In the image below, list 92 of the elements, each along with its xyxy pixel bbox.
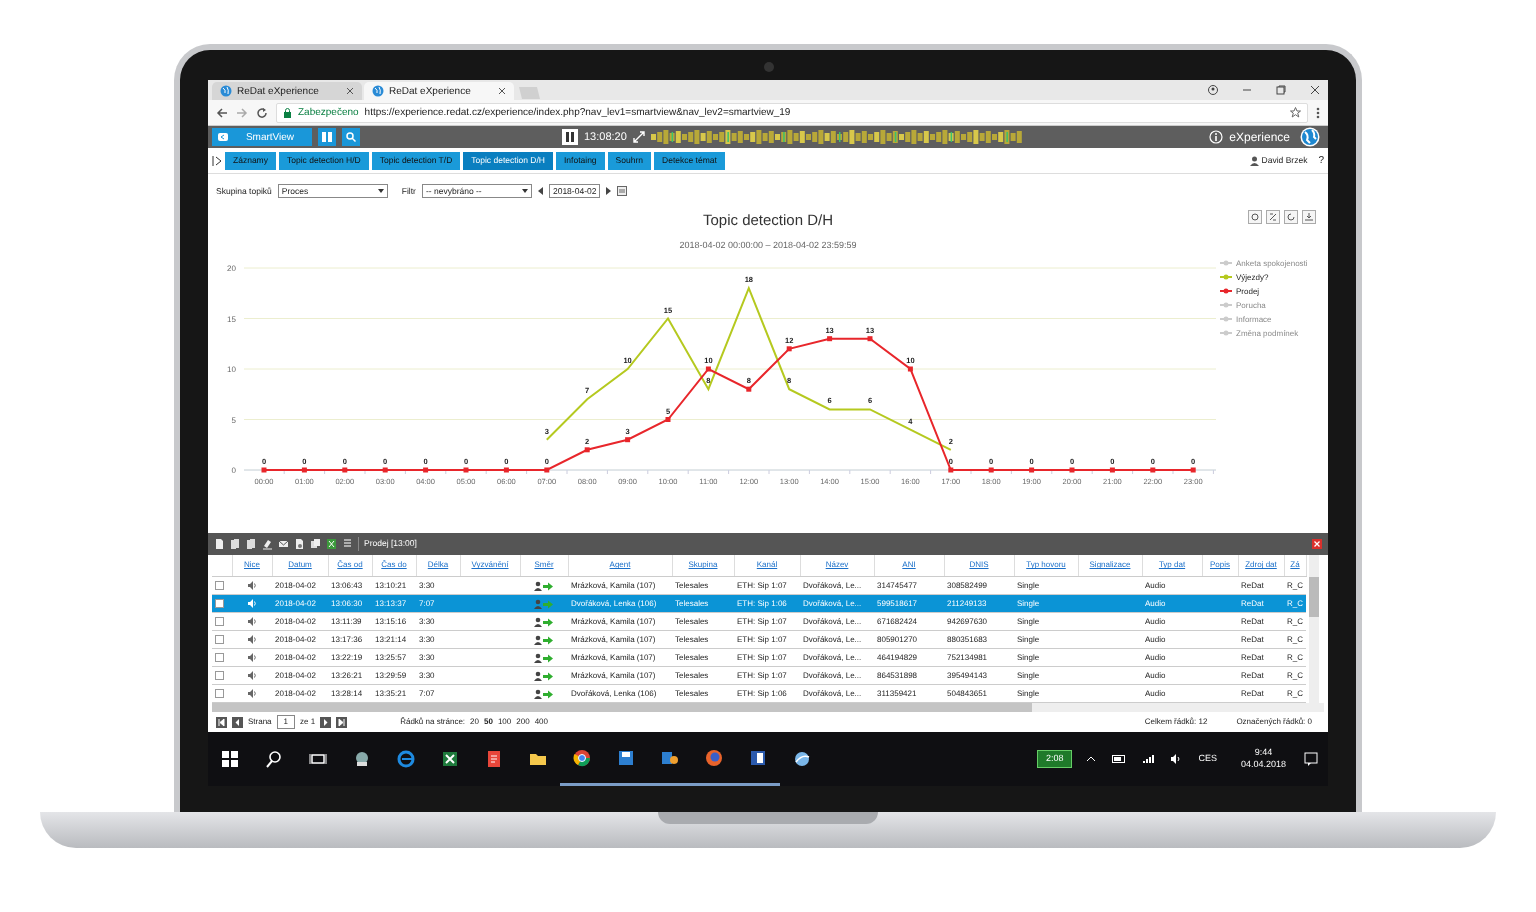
data-point	[423, 467, 429, 473]
columns-icon[interactable]	[342, 537, 353, 550]
globe-icon	[372, 85, 384, 97]
data-point	[382, 467, 388, 473]
data-point	[1069, 467, 1075, 473]
agent-arrow-icon	[534, 670, 554, 681]
data-point	[988, 467, 994, 473]
signal-icon[interactable]	[1142, 754, 1155, 764]
last-page-icon[interactable]	[336, 716, 348, 728]
agent-arrow-icon	[534, 616, 554, 627]
search-icon	[346, 132, 356, 142]
data-point	[1109, 467, 1115, 473]
scrollbar[interactable]	[1308, 554, 1319, 703]
pause-icon	[566, 132, 574, 142]
copy-icon[interactable]	[310, 537, 321, 550]
caret-icon	[377, 189, 384, 193]
back-icon[interactable]	[216, 106, 228, 119]
first-page-icon[interactable]	[216, 716, 227, 728]
user-icon	[1249, 155, 1259, 166]
documents-icon[interactable]	[230, 537, 241, 550]
people-icon[interactable]	[661, 748, 679, 767]
windows-icon	[222, 751, 238, 767]
browser-icon[interactable]	[573, 748, 591, 767]
row-checkbox[interactable]	[215, 599, 224, 608]
spreadsheet-icon[interactable]	[441, 750, 459, 768]
previous-icon[interactable]	[232, 716, 243, 728]
row-checkbox[interactable]	[215, 635, 224, 644]
data-point	[342, 467, 348, 473]
caret-icon	[521, 189, 528, 193]
data-point	[261, 467, 267, 473]
row-checkbox[interactable]	[215, 689, 224, 698]
row-checkbox[interactable]	[215, 653, 224, 662]
pause-button[interactable]	[562, 129, 578, 145]
data-point	[665, 417, 671, 422]
data-point	[301, 467, 307, 473]
agent-arrow-icon	[534, 634, 554, 645]
battery-icon[interactable]	[1112, 755, 1127, 763]
row-checkbox[interactable]	[215, 671, 224, 680]
data-point	[1029, 467, 1035, 473]
data-point	[544, 467, 550, 473]
profile-icon[interactable]	[1208, 85, 1218, 95]
agent-arrow-icon	[534, 598, 554, 609]
spreadsheet-icon[interactable]	[326, 537, 337, 550]
globe-icon	[220, 85, 232, 97]
back-icon	[218, 133, 228, 141]
document-icon[interactable]	[294, 537, 305, 550]
scrollbar[interactable]	[212, 703, 1324, 712]
document-icon[interactable]	[485, 750, 503, 768]
floppy-icon[interactable]	[617, 748, 635, 767]
row-checkbox[interactable]	[215, 617, 224, 626]
next-icon[interactable]	[320, 716, 332, 728]
eraser-icon[interactable]	[262, 537, 273, 550]
data-point	[867, 336, 873, 342]
mail-icon[interactable]	[278, 537, 289, 550]
browser-icon[interactable]	[705, 748, 723, 767]
timeline-strip[interactable]	[650, 128, 1023, 146]
previous-icon[interactable]	[537, 187, 543, 195]
data-point	[584, 447, 590, 453]
data-point	[625, 437, 631, 443]
folder-icon[interactable]	[529, 750, 547, 768]
data-point	[948, 467, 954, 473]
columns-icon	[322, 132, 332, 142]
data-point	[907, 366, 913, 372]
data-point	[1150, 467, 1156, 473]
layout-button[interactable]	[318, 128, 336, 146]
data-point	[705, 366, 711, 372]
search-icon[interactable]	[265, 750, 283, 768]
agent-arrow-icon	[534, 688, 554, 699]
search-button[interactable]	[342, 128, 360, 146]
export-button[interactable]	[1266, 210, 1280, 224]
task-view-icon[interactable]	[309, 750, 327, 768]
data-point	[503, 467, 509, 473]
reload-icon[interactable]	[256, 106, 268, 119]
refresh-button[interactable]	[1284, 210, 1298, 224]
zoom-button[interactable]	[1248, 210, 1262, 224]
documents-icon[interactable]	[246, 537, 257, 550]
camera-icon	[764, 62, 774, 72]
lock-icon	[283, 107, 292, 118]
agent-arrow-icon	[534, 580, 554, 591]
globe-icon[interactable]	[793, 750, 811, 768]
calendar-icon[interactable]	[617, 186, 628, 196]
document-icon[interactable]	[214, 537, 225, 550]
data-point	[786, 346, 792, 352]
data-point	[1190, 467, 1196, 473]
row-checkbox[interactable]	[215, 581, 224, 590]
data-point	[463, 467, 469, 473]
expand-icon[interactable]	[632, 131, 645, 143]
data-point	[827, 336, 833, 342]
data-point	[746, 386, 752, 392]
document-icon[interactable]	[749, 748, 767, 767]
agent-arrow-icon	[534, 652, 554, 663]
next-icon[interactable]	[606, 187, 612, 195]
